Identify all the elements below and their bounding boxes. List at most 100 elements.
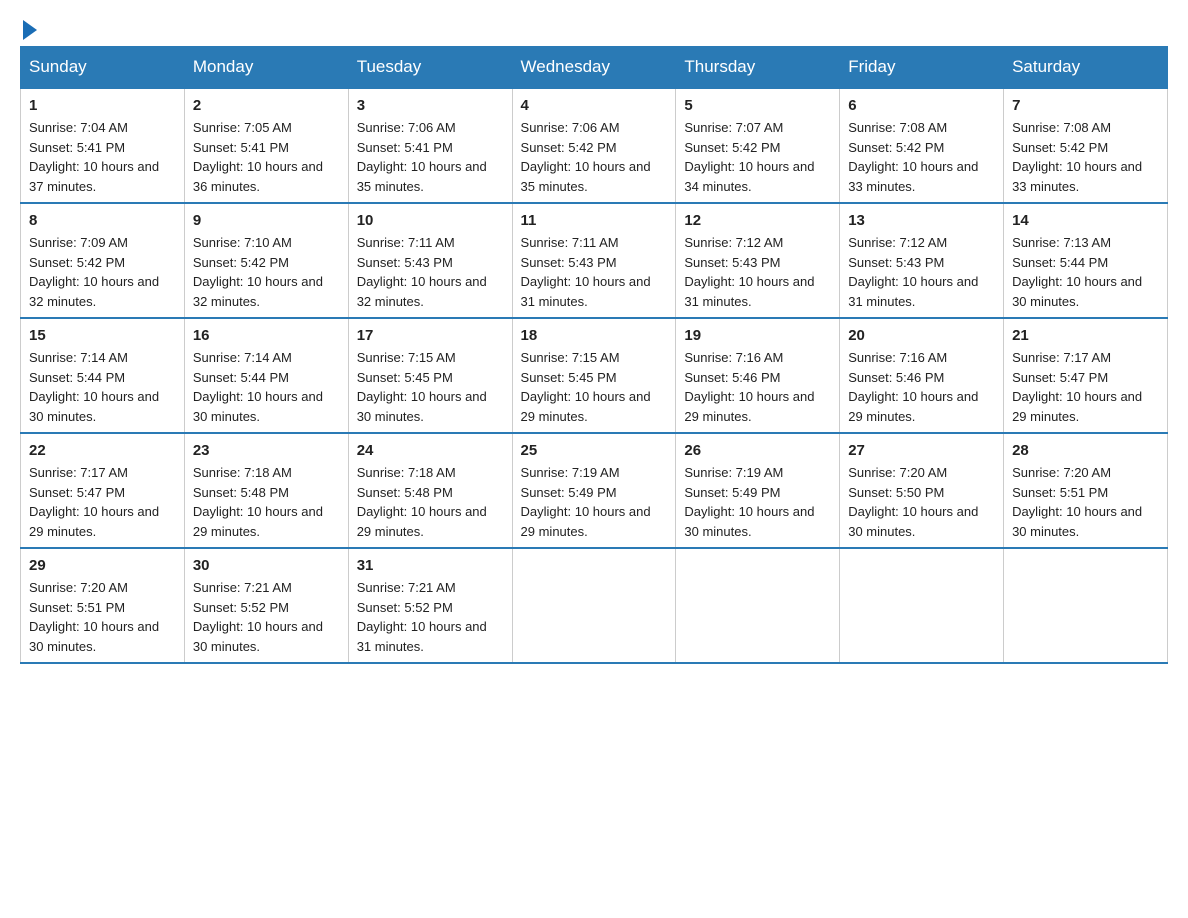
calendar-cell: 16 Sunrise: 7:14 AMSunset: 5:44 PMDayligh…: [184, 318, 348, 433]
day-number: 15: [29, 325, 176, 346]
day-number: 22: [29, 440, 176, 461]
day-info: Sunrise: 7:19 AMSunset: 5:49 PMDaylight:…: [521, 465, 651, 539]
day-number: 4: [521, 95, 668, 116]
day-info: Sunrise: 7:15 AMSunset: 5:45 PMDaylight:…: [521, 350, 651, 424]
day-info: Sunrise: 7:06 AMSunset: 5:41 PMDaylight:…: [357, 120, 487, 194]
calendar-cell: 13 Sunrise: 7:12 AMSunset: 5:43 PMDayligh…: [840, 203, 1004, 318]
calendar-cell: 12 Sunrise: 7:12 AMSunset: 5:43 PMDayligh…: [676, 203, 840, 318]
calendar-cell: 6 Sunrise: 7:08 AMSunset: 5:42 PMDaylight…: [840, 88, 1004, 203]
calendar-cell: 18Sunrise: 7:15 AMSunset: 5:45 PMDayligh…: [512, 318, 676, 433]
calendar-cell: 24Sunrise: 7:18 AMSunset: 5:48 PMDayligh…: [348, 433, 512, 548]
calendar-cell: 5 Sunrise: 7:07 AMSunset: 5:42 PMDaylight…: [676, 88, 840, 203]
logo-arrow-icon: [23, 20, 37, 40]
day-number: 16: [193, 325, 340, 346]
calendar-cell: [676, 548, 840, 663]
day-number: 12: [684, 210, 831, 231]
calendar-week-row: 1Sunrise: 7:04 AMSunset: 5:41 PMDaylight…: [21, 88, 1168, 203]
calendar-week-row: 15 Sunrise: 7:14 AMSunset: 5:44 PMDayligh…: [21, 318, 1168, 433]
calendar-cell: 28 Sunrise: 7:20 AMSunset: 5:51 PMDayligh…: [1004, 433, 1168, 548]
calendar-cell: 2 Sunrise: 7:05 AMSunset: 5:41 PMDaylight…: [184, 88, 348, 203]
day-number: 17: [357, 325, 504, 346]
day-info: Sunrise: 7:06 AMSunset: 5:42 PMDaylight:…: [521, 120, 651, 194]
day-info: Sunrise: 7:21 AMSunset: 5:52 PMDaylight:…: [193, 580, 323, 654]
day-number: 26: [684, 440, 831, 461]
day-info: Sunrise: 7:08 AMSunset: 5:42 PMDaylight:…: [1012, 120, 1142, 194]
calendar-cell: [512, 548, 676, 663]
day-number: 21: [1012, 325, 1159, 346]
day-number: 25: [521, 440, 668, 461]
day-number: 14: [1012, 210, 1159, 231]
calendar-cell: 29Sunrise: 7:20 AMSunset: 5:51 PMDayligh…: [21, 548, 185, 663]
calendar-cell: [1004, 548, 1168, 663]
calendar-cell: 19 Sunrise: 7:16 AMSunset: 5:46 PMDayligh…: [676, 318, 840, 433]
day-info: Sunrise: 7:20 AMSunset: 5:50 PMDaylight:…: [848, 465, 978, 539]
day-info: Sunrise: 7:07 AMSunset: 5:42 PMDaylight:…: [684, 120, 814, 194]
day-info: Sunrise: 7:17 AMSunset: 5:47 PMDaylight:…: [29, 465, 159, 539]
calendar-cell: 15 Sunrise: 7:14 AMSunset: 5:44 PMDayligh…: [21, 318, 185, 433]
calendar-cell: 27 Sunrise: 7:20 AMSunset: 5:50 PMDayligh…: [840, 433, 1004, 548]
day-info: Sunrise: 7:14 AMSunset: 5:44 PMDaylight:…: [193, 350, 323, 424]
day-number: 27: [848, 440, 995, 461]
calendar-cell: 23 Sunrise: 7:18 AMSunset: 5:48 PMDayligh…: [184, 433, 348, 548]
day-info: Sunrise: 7:20 AMSunset: 5:51 PMDaylight:…: [29, 580, 159, 654]
col-header-thursday: Thursday: [676, 47, 840, 89]
day-number: 7: [1012, 95, 1159, 116]
day-info: Sunrise: 7:13 AMSunset: 5:44 PMDaylight:…: [1012, 235, 1142, 309]
calendar-cell: 20 Sunrise: 7:16 AMSunset: 5:46 PMDayligh…: [840, 318, 1004, 433]
day-number: 10: [357, 210, 504, 231]
day-info: Sunrise: 7:09 AMSunset: 5:42 PMDaylight:…: [29, 235, 159, 309]
day-info: Sunrise: 7:10 AMSunset: 5:42 PMDaylight:…: [193, 235, 323, 309]
day-info: Sunrise: 7:11 AMSunset: 5:43 PMDaylight:…: [357, 235, 487, 309]
col-header-tuesday: Tuesday: [348, 47, 512, 89]
day-info: Sunrise: 7:20 AMSunset: 5:51 PMDaylight:…: [1012, 465, 1142, 539]
calendar-cell: 11Sunrise: 7:11 AMSunset: 5:43 PMDayligh…: [512, 203, 676, 318]
calendar-cell: 8 Sunrise: 7:09 AMSunset: 5:42 PMDaylight…: [21, 203, 185, 318]
day-info: Sunrise: 7:14 AMSunset: 5:44 PMDaylight:…: [29, 350, 159, 424]
calendar-cell: 21 Sunrise: 7:17 AMSunset: 5:47 PMDayligh…: [1004, 318, 1168, 433]
day-info: Sunrise: 7:18 AMSunset: 5:48 PMDaylight:…: [193, 465, 323, 539]
day-info: Sunrise: 7:08 AMSunset: 5:42 PMDaylight:…: [848, 120, 978, 194]
col-header-monday: Monday: [184, 47, 348, 89]
day-info: Sunrise: 7:19 AMSunset: 5:49 PMDaylight:…: [684, 465, 814, 539]
day-number: 30: [193, 555, 340, 576]
day-number: 19: [684, 325, 831, 346]
day-number: 23: [193, 440, 340, 461]
logo: [20, 20, 37, 36]
day-number: 5: [684, 95, 831, 116]
calendar-cell: 3Sunrise: 7:06 AMSunset: 5:41 PMDaylight…: [348, 88, 512, 203]
calendar-cell: 7 Sunrise: 7:08 AMSunset: 5:42 PMDaylight…: [1004, 88, 1168, 203]
day-info: Sunrise: 7:16 AMSunset: 5:46 PMDaylight:…: [848, 350, 978, 424]
calendar-week-row: 29Sunrise: 7:20 AMSunset: 5:51 PMDayligh…: [21, 548, 1168, 663]
day-number: 28: [1012, 440, 1159, 461]
calendar-cell: 22 Sunrise: 7:17 AMSunset: 5:47 PMDayligh…: [21, 433, 185, 548]
calendar-cell: 4 Sunrise: 7:06 AMSunset: 5:42 PMDaylight…: [512, 88, 676, 203]
calendar-table: SundayMondayTuesdayWednesdayThursdayFrid…: [20, 46, 1168, 664]
calendar-cell: 1Sunrise: 7:04 AMSunset: 5:41 PMDaylight…: [21, 88, 185, 203]
col-header-sunday: Sunday: [21, 47, 185, 89]
calendar-week-row: 8 Sunrise: 7:09 AMSunset: 5:42 PMDaylight…: [21, 203, 1168, 318]
day-info: Sunrise: 7:16 AMSunset: 5:46 PMDaylight:…: [684, 350, 814, 424]
day-info: Sunrise: 7:21 AMSunset: 5:52 PMDaylight:…: [357, 580, 487, 654]
day-number: 9: [193, 210, 340, 231]
day-info: Sunrise: 7:05 AMSunset: 5:41 PMDaylight:…: [193, 120, 323, 194]
day-number: 2: [193, 95, 340, 116]
day-info: Sunrise: 7:12 AMSunset: 5:43 PMDaylight:…: [684, 235, 814, 309]
calendar-cell: 31Sunrise: 7:21 AMSunset: 5:52 PMDayligh…: [348, 548, 512, 663]
calendar-header-row: SundayMondayTuesdayWednesdayThursdayFrid…: [21, 47, 1168, 89]
calendar-cell: 25 Sunrise: 7:19 AMSunset: 5:49 PMDayligh…: [512, 433, 676, 548]
day-info: Sunrise: 7:04 AMSunset: 5:41 PMDaylight:…: [29, 120, 159, 194]
calendar-cell: 30 Sunrise: 7:21 AMSunset: 5:52 PMDayligh…: [184, 548, 348, 663]
day-number: 6: [848, 95, 995, 116]
calendar-cell: 17Sunrise: 7:15 AMSunset: 5:45 PMDayligh…: [348, 318, 512, 433]
day-info: Sunrise: 7:17 AMSunset: 5:47 PMDaylight:…: [1012, 350, 1142, 424]
day-info: Sunrise: 7:11 AMSunset: 5:43 PMDaylight:…: [521, 235, 651, 309]
day-info: Sunrise: 7:12 AMSunset: 5:43 PMDaylight:…: [848, 235, 978, 309]
day-number: 13: [848, 210, 995, 231]
day-number: 8: [29, 210, 176, 231]
calendar-week-row: 22 Sunrise: 7:17 AMSunset: 5:47 PMDayligh…: [21, 433, 1168, 548]
col-header-saturday: Saturday: [1004, 47, 1168, 89]
col-header-wednesday: Wednesday: [512, 47, 676, 89]
day-number: 20: [848, 325, 995, 346]
calendar-cell: 14 Sunrise: 7:13 AMSunset: 5:44 PMDayligh…: [1004, 203, 1168, 318]
calendar-cell: 9 Sunrise: 7:10 AMSunset: 5:42 PMDaylight…: [184, 203, 348, 318]
